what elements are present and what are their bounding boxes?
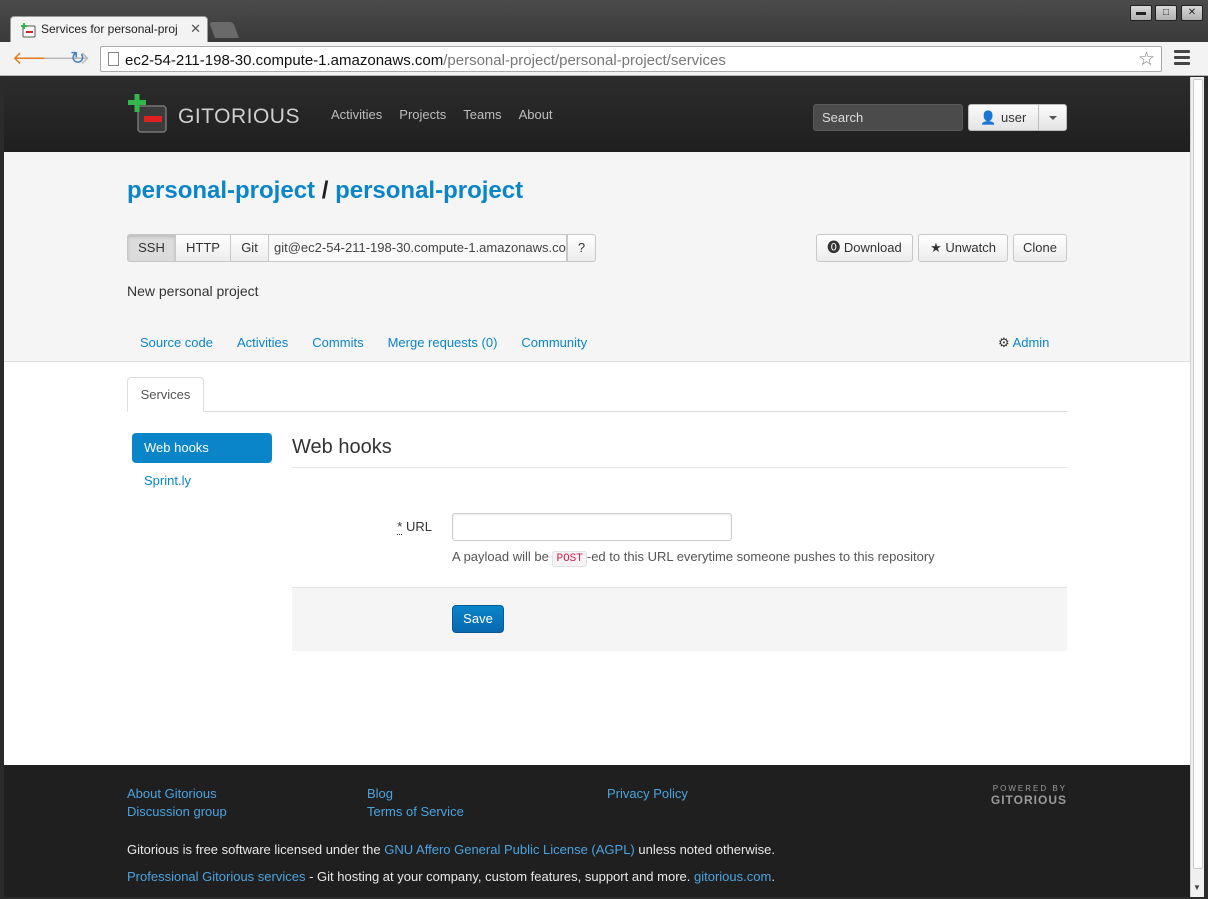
- project-description: New personal project: [127, 283, 259, 299]
- subnav-community[interactable]: Community: [521, 335, 587, 350]
- page-icon: [108, 52, 119, 66]
- star-icon: ★: [930, 240, 942, 255]
- address-bar[interactable]: ec2-54-211-198-30.compute-1.amazonaws.co…: [100, 46, 1162, 72]
- bookmark-star-icon[interactable]: ☆: [1138, 48, 1155, 71]
- clone-help-button[interactable]: ?: [567, 234, 596, 262]
- reload-icon[interactable]: ↻: [70, 48, 85, 68]
- footer-license-line: Gitorious is free software licensed unde…: [127, 842, 775, 857]
- site-header: GITORIOUS Activities Projects Teams About 👤…: [4, 77, 1190, 152]
- gitorious-logo[interactable]: GITORIOUS: [128, 94, 303, 136]
- url-help-text: A payload will be POST -ed to this URL ev…: [452, 549, 935, 567]
- subnav-merge-requests[interactable]: Merge requests (0): [388, 335, 498, 350]
- scroll-down-icon[interactable]: ▼: [1193, 883, 1201, 892]
- gear-icon: ⚙: [998, 335, 1010, 350]
- required-mark: *: [397, 519, 403, 535]
- page-viewport: GITORIOUS Activities Projects Teams About 👤…: [4, 77, 1190, 897]
- subnav-activities[interactable]: Activities: [237, 335, 288, 350]
- nav-activities[interactable]: Activities: [331, 107, 382, 122]
- page-title: personal-project / personal-project: [127, 177, 523, 205]
- save-button[interactable]: Save: [452, 605, 504, 633]
- agpl-link[interactable]: GNU Affero General Public License (AGPL): [384, 842, 635, 857]
- maximize-icon[interactable]: □: [1155, 5, 1177, 21]
- form-actions: Save: [292, 587, 1067, 651]
- tabs-divider: [127, 411, 1067, 412]
- title-separator: /: [321, 177, 329, 204]
- project-link[interactable]: personal-project: [335, 177, 523, 204]
- footer-pro-line: Professional Gitorious services - Git ho…: [127, 869, 775, 884]
- browser-toolbar: 🡐 🡒 ↻ ec2-54-211-198-30.compute-1.amazon…: [0, 42, 1208, 76]
- project-header: personal-project / personal-project SSH …: [4, 152, 1190, 362]
- browser-menu-icon[interactable]: [1174, 50, 1190, 68]
- section-divider: [292, 467, 1067, 468]
- webhook-url-input[interactable]: [452, 513, 732, 541]
- footer-col-1: About Gitorious Discussion group: [127, 785, 227, 821]
- browser-tab[interactable]: Services for personal-proj ✕: [10, 16, 208, 43]
- close-tab-icon[interactable]: ✕: [190, 21, 201, 37]
- clone-url-field[interactable]: git@ec2-54-211-198-30.compute-1.amazonaw…: [268, 234, 567, 262]
- services-sidebar: Web hooks Sprint.ly: [132, 433, 272, 499]
- footer-col-3: Privacy Policy: [607, 785, 688, 803]
- sidebar-item-sprintly[interactable]: Sprint.ly: [132, 466, 272, 496]
- user-menu-button[interactable]: 👤 user: [968, 104, 1039, 131]
- new-tab-button[interactable]: [209, 22, 239, 38]
- user-dropdown-caret-icon[interactable]: [1038, 104, 1067, 131]
- close-window-icon[interactable]: ✕: [1181, 5, 1203, 21]
- powered-by-logo[interactable]: POWERED BY GITORIOUS: [989, 784, 1067, 807]
- footer-terms-link[interactable]: Terms of Service: [367, 803, 464, 821]
- project-subnav: Source code Activities Commits Merge reques…: [140, 335, 611, 350]
- search-input[interactable]: [813, 104, 963, 131]
- footer-about-link[interactable]: About Gitorious: [127, 785, 227, 803]
- sidebar-item-web-hooks[interactable]: Web hooks: [132, 433, 272, 463]
- clone-button[interactable]: Clone: [1013, 234, 1067, 262]
- url-field-label: * URL: [397, 519, 432, 535]
- subnav-source-code[interactable]: Source code: [140, 335, 213, 350]
- footer-privacy-link[interactable]: Privacy Policy: [607, 785, 688, 803]
- professional-services-link[interactable]: Professional Gitorious services: [127, 869, 305, 884]
- vertical-scrollbar[interactable]: ▼: [1190, 77, 1204, 897]
- gitorious-com-link[interactable]: gitorious.com: [694, 869, 771, 884]
- site-footer: About Gitorious Discussion group Blog Te…: [4, 765, 1190, 897]
- download-button[interactable]: ⓿ Download: [816, 234, 913, 262]
- unwatch-button[interactable]: ★ Unwatch: [918, 234, 1008, 262]
- gitorious-logo-icon: [128, 94, 167, 133]
- footer-blog-link[interactable]: Blog: [367, 785, 464, 803]
- post-code: POST: [552, 551, 587, 567]
- scrollbar-thumb[interactable]: [1193, 79, 1203, 869]
- logo-text: GITORIOUS: [178, 105, 300, 128]
- url-text: ec2-54-211-198-30.compute-1.amazonaws.co…: [125, 52, 726, 69]
- download-icon: ⓿: [827, 240, 841, 255]
- subnav-commits[interactable]: Commits: [312, 335, 363, 350]
- window-titlebar: Services for personal-proj ✕ ▬ □ ✕: [0, 0, 1208, 43]
- top-nav: Activities Projects Teams About: [331, 107, 570, 122]
- tab-title: Services for personal-proj: [41, 22, 178, 36]
- tab-services[interactable]: Services: [127, 377, 204, 412]
- protocol-git-button[interactable]: Git: [230, 234, 269, 262]
- nav-about[interactable]: About: [519, 107, 553, 122]
- footer-col-2: Blog Terms of Service: [367, 785, 464, 821]
- user-label: user: [1001, 110, 1027, 125]
- nav-projects[interactable]: Projects: [399, 107, 446, 122]
- owner-link[interactable]: personal-project: [127, 177, 315, 204]
- nav-teams[interactable]: Teams: [463, 107, 501, 122]
- minimize-icon[interactable]: ▬: [1130, 5, 1152, 21]
- section-title: Web hooks: [292, 436, 392, 458]
- protocol-http-button[interactable]: HTTP: [175, 234, 231, 262]
- protocol-ssh-button[interactable]: SSH: [127, 234, 176, 262]
- footer-discussion-link[interactable]: Discussion group: [127, 803, 227, 821]
- user-icon: 👤: [980, 110, 997, 125]
- admin-link[interactable]: ⚙ Admin: [998, 335, 1049, 351]
- gitorious-favicon-icon: [21, 23, 36, 38]
